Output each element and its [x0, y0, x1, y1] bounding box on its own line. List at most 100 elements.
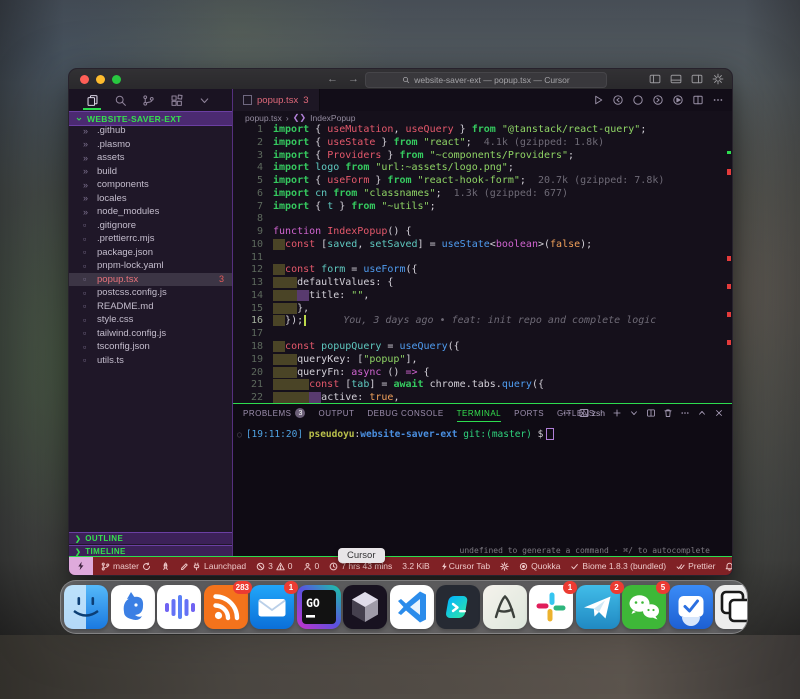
- history-back-icon[interactable]: ←: [327, 73, 338, 85]
- rocket-icon: [161, 562, 170, 571]
- tree-item-tailwind-config-js[interactable]: ▫tailwind.config.js: [69, 327, 232, 341]
- breadcrumb[interactable]: popup.tsx › ❮❯ IndexPopup: [233, 111, 732, 124]
- tree-item-style-css[interactable]: ▫style.css: [69, 313, 232, 327]
- tree-item-locales[interactable]: »locales: [69, 192, 232, 206]
- dock-item-waveform-app[interactable]: [157, 585, 201, 629]
- minimize-window-button[interactable]: [96, 75, 105, 84]
- dock-item-cursor[interactable]: [343, 585, 387, 629]
- tree-item-README-md[interactable]: ▫README.md: [69, 300, 232, 314]
- cursor-tab-status[interactable]: Cursor Tab: [449, 561, 490, 571]
- tree-item-tsconfig-json[interactable]: ▫tsconfig.json: [69, 340, 232, 354]
- panel-tab-problems[interactable]: PROBLEMS3: [243, 404, 305, 422]
- dock-item-rss-reader[interactable]: 283: [204, 585, 248, 629]
- layout-sidebar-left-icon[interactable]: [649, 73, 661, 85]
- layout-sidebar-right-icon[interactable]: [691, 73, 703, 85]
- run-circle-icon[interactable]: [672, 94, 684, 106]
- dock-item-slack[interactable]: 1: [529, 585, 573, 629]
- prompt-segment: master: [492, 429, 526, 440]
- panel-control-zsh[interactable]: zsh: [579, 408, 605, 418]
- panel-control-more-icon[interactable]: [562, 408, 572, 418]
- dock-item-mail[interactable]: 1: [250, 585, 294, 629]
- tree-item-utils-ts[interactable]: ▫utils.ts: [69, 354, 232, 368]
- panel-control-chevron-down-icon[interactable]: [629, 408, 639, 418]
- tree-item-assets[interactable]: »assets: [69, 151, 232, 165]
- step-forward-icon[interactable]: [652, 94, 664, 106]
- sidebar-section-outline[interactable]: ❯OUTLINE: [69, 532, 232, 544]
- tree-item--plasmo[interactable]: ».plasmo: [69, 138, 232, 152]
- split-editor-icon: [646, 408, 656, 418]
- panel-control-more-icon[interactable]: [680, 408, 690, 418]
- cursor-tab-settings[interactable]: [500, 562, 509, 571]
- tree-item-postcss-config-js[interactable]: ▫postcss.config.js: [69, 286, 232, 300]
- dock-item-finder[interactable]: [64, 585, 108, 629]
- dock-item-things[interactable]: [669, 585, 713, 629]
- git-branch-status[interactable]: master: [101, 561, 151, 571]
- dock-item-telegram[interactable]: 2: [576, 585, 620, 629]
- layout-panel-icon[interactable]: [670, 73, 682, 85]
- panel-control-split-editor-icon[interactable]: [646, 408, 656, 418]
- activity-extensions-icon[interactable]: [163, 90, 189, 110]
- tree-item-components[interactable]: »components: [69, 178, 232, 192]
- dock-item-vscode[interactable]: [390, 585, 434, 629]
- tree-item--prettierrc-mjs[interactable]: ▫.prettierrc.mjs: [69, 232, 232, 246]
- panel-control-trash-icon[interactable]: [663, 408, 673, 418]
- dock-item-warp[interactable]: [436, 585, 480, 629]
- more-icon[interactable]: [712, 94, 724, 106]
- window-title-search[interactable]: website-saver-ext — popup.tsx — Cursor: [365, 72, 607, 88]
- panel-control-plus-icon[interactable]: [612, 408, 622, 418]
- dock-item-blue-fox-app[interactable]: [111, 585, 155, 629]
- notifications-status[interactable]: [725, 562, 733, 571]
- rocket-status[interactable]: [161, 562, 170, 571]
- activity-search-icon[interactable]: [107, 90, 133, 110]
- feedback-status[interactable]: 0: [303, 561, 320, 571]
- panel-tab-ports[interactable]: PORTS: [514, 404, 544, 422]
- activity-chevron-down-icon[interactable]: [191, 90, 217, 110]
- split-editor-icon[interactable]: [692, 94, 704, 106]
- file-icon: ▫: [83, 328, 92, 338]
- panel-control-chevron-up-icon[interactable]: [697, 408, 707, 418]
- dock-item-arc[interactable]: [483, 585, 527, 629]
- tree-item--github[interactable]: ».github: [69, 124, 232, 138]
- panel-tab-debug-console[interactable]: DEBUG CONSOLE: [367, 404, 443, 422]
- record-icon[interactable]: [632, 94, 644, 106]
- tree-item-popup-tsx[interactable]: ▫popup.tsx3: [69, 273, 232, 287]
- activity-explorer-icon[interactable]: [79, 90, 105, 110]
- problems-status[interactable]: 30: [256, 561, 292, 571]
- tree-item-pnpm-lock-yaml[interactable]: ▫pnpm-lock.yaml: [69, 259, 232, 273]
- breadcrumb-symbol[interactable]: IndexPopup: [310, 113, 355, 123]
- dock-item-wechat[interactable]: 5: [622, 585, 666, 629]
- tree-item-node-modules[interactable]: »node_modules: [69, 205, 232, 219]
- close-window-button[interactable]: [80, 75, 89, 84]
- panel-tab-terminal[interactable]: TERMINAL: [457, 404, 501, 422]
- filesize-status[interactable]: 3.2 KiB: [402, 561, 429, 571]
- gear-icon[interactable]: [712, 73, 724, 85]
- line-number: 7: [233, 201, 273, 214]
- gear-small-icon: [500, 562, 509, 571]
- launchpad-status[interactable]: Launchpad: [180, 561, 246, 571]
- ruler-mark: [727, 151, 731, 154]
- panel-tab-output[interactable]: OUTPUT: [318, 404, 354, 422]
- tree-item-package-json[interactable]: ▫package.json: [69, 246, 232, 260]
- tree-item--gitignore[interactable]: ▫.gitignore: [69, 219, 232, 233]
- step-back-icon[interactable]: [612, 94, 624, 106]
- breadcrumb-file[interactable]: popup.tsx: [245, 113, 282, 123]
- remote-indicator[interactable]: [69, 557, 93, 575]
- dock-item-goland[interactable]: GO: [297, 585, 341, 629]
- biome-status[interactable]: Biome 1.8.3 (bundled): [570, 561, 666, 571]
- code-editor[interactable]: 1import { useMutation, useQuery } from "…: [233, 124, 732, 403]
- file-tree: ».github».plasmo»assets»build»components…: [69, 124, 232, 367]
- power-status[interactable]: [440, 562, 449, 571]
- history-forward-icon[interactable]: →: [348, 73, 359, 85]
- quokka-status[interactable]: Quokka: [519, 561, 560, 571]
- tab-popup-tsx[interactable]: popup.tsx 3: [233, 89, 320, 111]
- dock-item-window-manager[interactable]: [715, 585, 748, 629]
- prettier-status[interactable]: Prettier: [676, 561, 715, 571]
- tree-item-build[interactable]: »build: [69, 165, 232, 179]
- panel-control-close-icon[interactable]: [714, 408, 724, 418]
- titlebar[interactable]: ← → website-saver-ext — popup.tsx — Curs…: [69, 69, 732, 90]
- run-icon[interactable]: [592, 94, 604, 106]
- terminal[interactable]: ○[19:11:20] pseudoyu:website-saver-ext g…: [233, 422, 732, 557]
- zoom-window-button[interactable]: [112, 75, 121, 84]
- check-icon: [570, 562, 579, 571]
- activity-source-control-icon[interactable]: [135, 90, 161, 110]
